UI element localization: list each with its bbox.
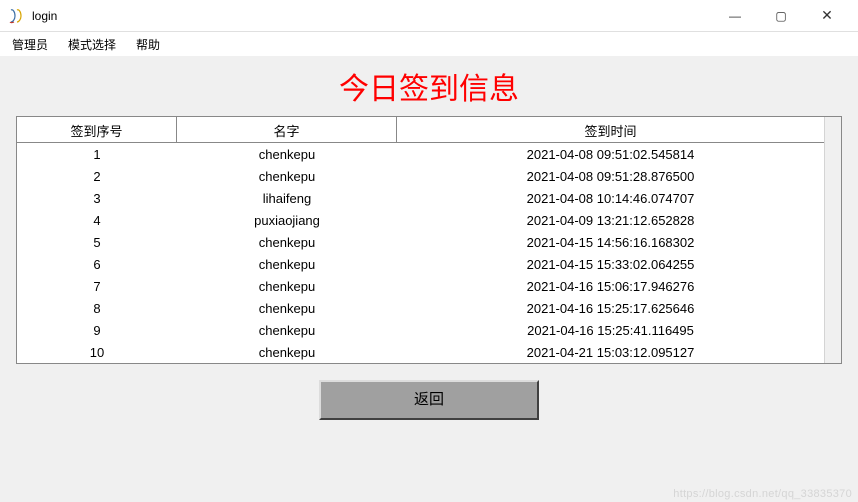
cell-time: 2021-04-15 15:33:02.064255 [397, 256, 824, 273]
menu-admin[interactable]: 管理员 [4, 34, 56, 55]
cell-name: chenkepu [177, 256, 397, 273]
table-row[interactable]: 5chenkepu2021-04-15 14:56:16.168302 [17, 231, 824, 253]
cell-name: puxiaojiang [177, 212, 397, 229]
table-row[interactable]: 7chenkepu2021-04-16 15:06:17.946276 [17, 275, 824, 297]
menu-mode-select[interactable]: 模式选择 [60, 34, 124, 55]
cell-time: 2021-04-21 15:03:12.095127 [397, 344, 824, 361]
cell-time: 2021-04-08 10:14:46.074707 [397, 190, 824, 207]
table-row[interactable]: 9chenkepu2021-04-16 15:25:41.116495 [17, 319, 824, 341]
cell-name: chenkepu [177, 168, 397, 185]
col-header-time[interactable]: 签到时间 [397, 117, 824, 142]
page-title: 今日签到信息 [12, 60, 846, 116]
menu-help[interactable]: 帮助 [128, 34, 168, 55]
cell-time: 2021-04-16 15:25:17.625646 [397, 300, 824, 317]
close-button[interactable]: ✕ [804, 0, 850, 32]
table-row[interactable]: 8chenkepu2021-04-16 15:25:17.625646 [17, 297, 824, 319]
cell-index: 3 [17, 190, 177, 207]
table-row[interactable]: 3lihaifeng2021-04-08 10:14:46.074707 [17, 187, 824, 209]
cell-name: chenkepu [177, 146, 397, 163]
cell-index: 9 [17, 322, 177, 339]
cell-name: chenkepu [177, 322, 397, 339]
cell-time: 2021-04-16 15:06:17.946276 [397, 278, 824, 295]
table-row[interactable]: 1chenkepu2021-04-08 09:51:02.545814 [17, 143, 824, 165]
cell-time: 2021-04-08 09:51:28.876500 [397, 168, 824, 185]
table-row[interactable]: 6chenkepu2021-04-15 15:33:02.064255 [17, 253, 824, 275]
menu-bar: 管理员 模式选择 帮助 [0, 32, 858, 56]
col-header-name[interactable]: 名字 [177, 117, 397, 142]
cell-index: 10 [17, 344, 177, 361]
cell-name: chenkepu [177, 300, 397, 317]
cell-name: chenkepu [177, 234, 397, 251]
table-row[interactable]: 2chenkepu2021-04-08 09:51:28.876500 [17, 165, 824, 187]
cell-name: chenkepu [177, 278, 397, 295]
cell-name: lihaifeng [177, 190, 397, 207]
table-header-row: 签到序号 名字 签到时间 [17, 117, 824, 143]
table-row[interactable]: 10chenkepu2021-04-21 15:03:12.095127 [17, 341, 824, 363]
cell-index: 5 [17, 234, 177, 251]
cell-index: 4 [17, 212, 177, 229]
content-area: 今日签到信息 签到序号 名字 签到时间 1chenkepu2021-04-08 … [0, 56, 858, 436]
col-header-index[interactable]: 签到序号 [17, 117, 177, 142]
cell-index: 1 [17, 146, 177, 163]
watermark: https://blog.csdn.net/qq_33835370 [673, 488, 852, 500]
cell-index: 6 [17, 256, 177, 273]
app-icon [8, 8, 24, 24]
cell-index: 7 [17, 278, 177, 295]
checkin-table: 签到序号 名字 签到时间 1chenkepu2021-04-08 09:51:0… [16, 116, 842, 364]
cell-time: 2021-04-09 13:21:12.652828 [397, 212, 824, 229]
button-area: 返回 [12, 364, 846, 424]
back-button[interactable]: 返回 [319, 380, 539, 420]
table-body: 1chenkepu2021-04-08 09:51:02.5458142chen… [17, 143, 824, 363]
title-bar: login — ▢ ✕ [0, 0, 858, 32]
cell-time: 2021-04-16 15:25:41.116495 [397, 322, 824, 339]
window-controls: — ▢ ✕ [712, 0, 850, 32]
cell-index: 8 [17, 300, 177, 317]
minimize-button[interactable]: — [712, 0, 758, 32]
cell-name: chenkepu [177, 344, 397, 361]
cell-index: 2 [17, 168, 177, 185]
cell-time: 2021-04-15 14:56:16.168302 [397, 234, 824, 251]
table-row[interactable]: 4puxiaojiang2021-04-09 13:21:12.652828 [17, 209, 824, 231]
scrollbar[interactable] [824, 117, 841, 363]
maximize-button[interactable]: ▢ [758, 0, 804, 32]
cell-time: 2021-04-08 09:51:02.545814 [397, 146, 824, 163]
window-title: login [32, 9, 712, 23]
